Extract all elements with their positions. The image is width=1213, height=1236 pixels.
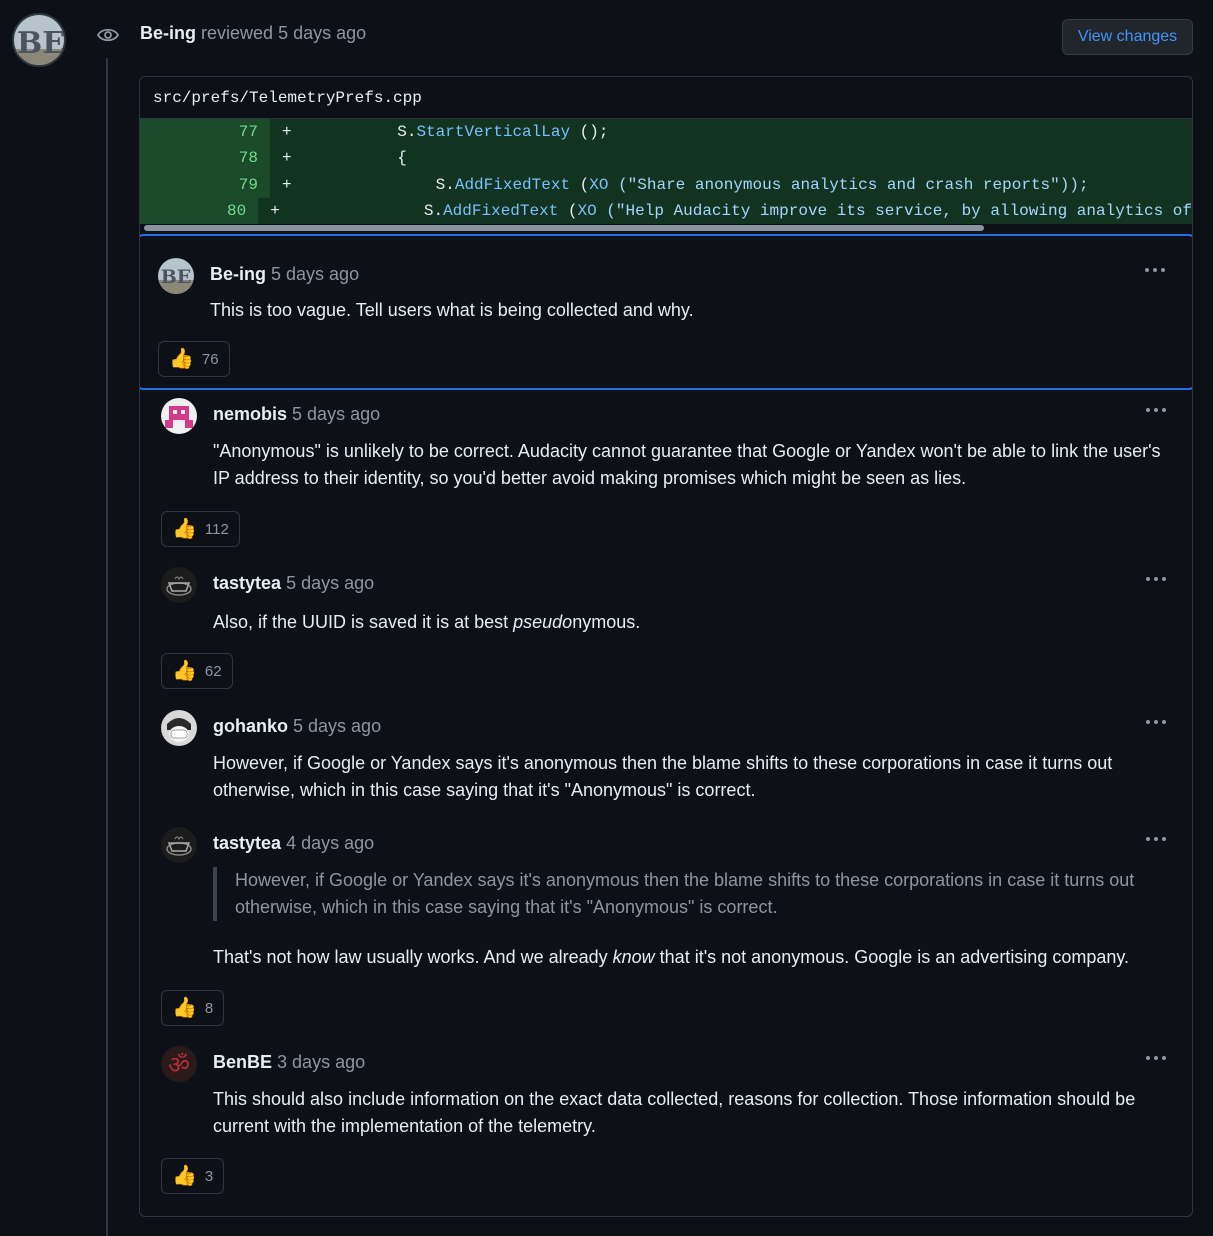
svg-text:ॐ: ॐ [168,1051,190,1079]
comment-body: "Anonymous" is unlikely to be correct. A… [213,441,1161,488]
thumbs-up-icon: 👍 [172,660,197,682]
line-code: + S. AddFixedText (XO ("Help Audacity imp… [258,197,1192,225]
avatar[interactable]: BE [158,258,194,294]
comment-time[interactable]: 5 days ago [271,264,359,284]
review-author[interactable]: Be-ing [140,23,196,43]
thumbs-up-icon: 👍 [172,518,197,540]
review-thread: src/prefs/TelemetryPrefs.cpp 77 + S. Star… [139,76,1193,1217]
avatar[interactable] [161,827,197,863]
line-code: + S. StartVerticalLay (); [270,119,1192,146]
comment-body: That's not how law usually works. And we… [213,947,1130,967]
diff-line: 79 + S. AddFixedText (XO ("Share anonymou… [140,171,1192,198]
comment-time[interactable]: 4 days ago [286,833,374,853]
diff-block: 77 + S. StartVerticalLay (); 78 + { 79 + … [140,119,1192,235]
comment: tastytea 4 days ago However, if Google o… [140,819,1192,1037]
comment-body: However, if Google or Yandex says it's a… [213,753,1113,800]
more-options-icon[interactable] [1144,571,1168,587]
comment-time[interactable]: 3 days ago [277,1052,365,1072]
diff-line: 78 + { [140,145,1192,172]
comment-header: nemobis 5 days ago [213,404,380,425]
line-number[interactable]: 77 [140,119,270,146]
more-options-icon[interactable] [1144,402,1168,418]
line-code: + S. AddFixedText (XO ("Share anonymous a… [270,171,1192,198]
comment-time[interactable]: 5 days ago [292,404,380,424]
more-options-icon[interactable] [1144,831,1168,847]
comment-header: tastytea 4 days ago [213,833,374,854]
comment-author[interactable]: nemobis [213,404,287,424]
reaction-button[interactable]: 👍 62 [161,653,233,689]
review-header: Be-ing reviewed 5 days ago [140,23,366,44]
svg-text:BE: BE [17,26,65,61]
eye-icon [96,24,120,46]
avatar[interactable] [161,398,197,434]
line-number[interactable]: 80 [140,197,259,225]
more-options-icon[interactable] [1144,1050,1168,1066]
blockquote: However, if Google or Yandex says it's a… [213,867,1163,921]
horizontal-scrollbar[interactable] [144,225,984,231]
comment-author[interactable]: tastytea [213,833,281,853]
svg-text:BE: BE [161,266,192,288]
comment-body: This should also include information on … [213,1089,1136,1136]
comment-body: Also, if the UUID is saved it is at best… [213,612,641,632]
comment: tastytea 5 days ago Also, if the UUID is… [140,559,1192,699]
comment: ॐ BenBE 3 days ago This should also incl… [140,1038,1192,1216]
reaction-count: 3 [204,1167,214,1185]
comment-header: tastytea 5 days ago [213,573,374,594]
comment-author[interactable]: Be-ing [210,264,266,284]
more-options-icon[interactable] [1143,262,1167,278]
comment-body: This is too vague. Tell users what is be… [210,300,694,320]
view-changes-button[interactable]: View changes [1062,19,1193,55]
comment-author[interactable]: BenBE [213,1052,272,1072]
reaction-count: 76 [201,350,219,368]
thumbs-up-icon: 👍 [169,348,194,370]
more-options-icon[interactable] [1144,714,1168,730]
thumbs-up-icon: 👍 [172,997,197,1019]
comment-author[interactable]: gohanko [213,716,288,736]
reaction-count: 112 [204,520,229,538]
avatar[interactable]: BE [12,13,66,67]
diff-line: 80 + S. AddFixedText (XO ("Help Audacity … [140,197,1192,225]
comment: nemobis 5 days ago "Anonymous" is unlike… [140,390,1192,555]
avatar[interactable]: ॐ [161,1046,197,1082]
comment-header: BenBE 3 days ago [213,1052,365,1073]
reaction-button[interactable]: 👍 3 [161,1158,225,1194]
comment-time[interactable]: 5 days ago [293,716,381,736]
reaction-count: 8 [204,999,214,1017]
avatar[interactable] [161,567,197,603]
review-action: reviewed [201,23,274,43]
line-code: + { [270,145,1192,172]
comment-author[interactable]: tastytea [213,573,281,593]
comment-time[interactable]: 5 days ago [286,573,374,593]
comment: BE Be-ing 5 days ago This is too vague. … [140,234,1192,390]
reaction-button[interactable]: 👍 112 [161,511,240,547]
diff-line: 77 + S. StartVerticalLay (); [140,119,1192,146]
file-path[interactable]: src/prefs/TelemetryPrefs.cpp [140,77,1192,119]
comment-header: Be-ing 5 days ago [210,264,359,285]
line-number[interactable]: 79 [140,171,270,198]
reaction-count: 62 [204,662,222,680]
comment-header: gohanko 5 days ago [213,716,381,737]
line-number[interactable]: 78 [140,145,270,172]
timeline-line [106,58,108,1236]
reaction-button[interactable]: 👍 76 [158,341,230,377]
thumbs-up-icon: 👍 [172,1165,197,1187]
reaction-button[interactable]: 👍 8 [161,990,225,1026]
review-time[interactable]: 5 days ago [278,23,366,43]
avatar[interactable] [161,710,197,746]
comment: gohanko 5 days ago However, if Google or… [140,702,1192,819]
